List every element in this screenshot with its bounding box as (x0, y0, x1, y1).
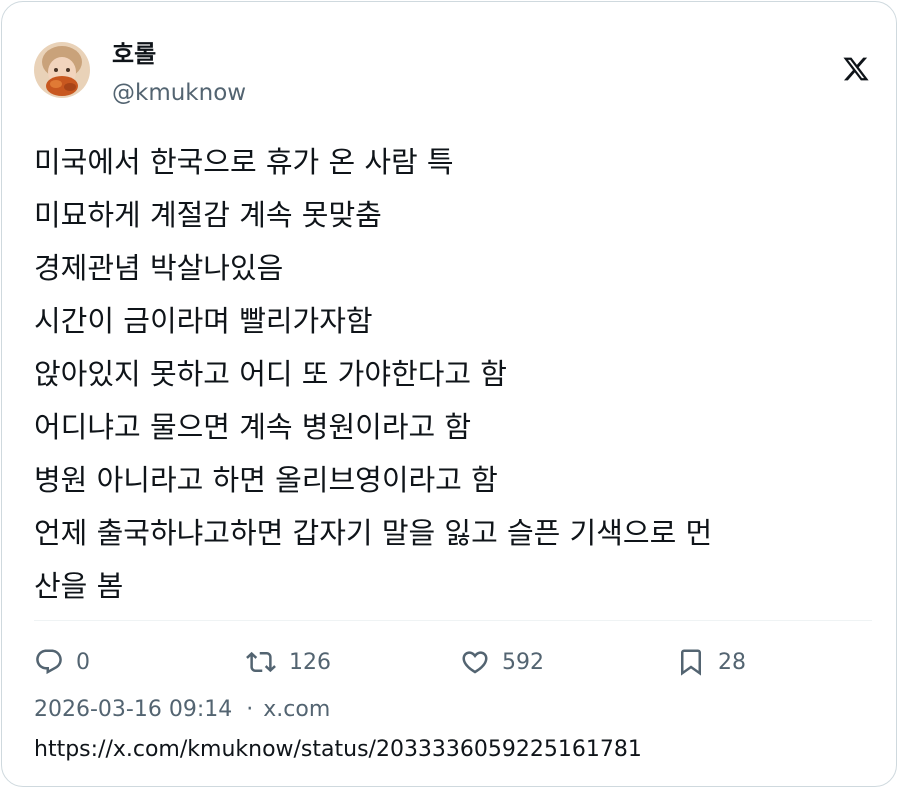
retweet-button[interactable]: 126 (245, 642, 331, 682)
source-link[interactable]: x.com (263, 697, 330, 722)
avatar[interactable] (34, 42, 90, 98)
tweet-line: 산을 봄 (34, 569, 124, 603)
tweet-meta: 2026-03-16 09:14 · x.com (34, 694, 330, 726)
tweet-line: 앉아있지 못하고 어디 또 가야한다고 함 (34, 357, 507, 391)
avatar-image (34, 42, 90, 98)
tweet-line: 언제 출국하냐고하면 갑자기 말을 잃고 슬픈 기색으로 먼 (34, 516, 713, 550)
tweet-url[interactable]: https://x.com/kmuknow/status/20333360592… (34, 734, 642, 766)
reply-count: 0 (76, 649, 90, 675)
tweet-line: 병원 아니라고 하면 올리브영이라고 함 (34, 463, 498, 497)
bookmark-count: 28 (718, 649, 746, 675)
meta-separator: · (246, 697, 254, 722)
like-count: 592 (502, 649, 544, 675)
reply-icon (34, 647, 64, 677)
user-handle[interactable]: @kmuknow (112, 78, 246, 108)
tweet-line: 미국에서 한국으로 휴가 온 사람 특 (34, 145, 454, 179)
tweet-line: 시간이 금이라며 빨리가자함 (34, 304, 373, 338)
reply-button[interactable]: 0 (34, 642, 90, 682)
tweet-card: 호롤 @kmuknow 미국에서 한국으로 휴가 온 사람 특 미묘하게 계절감… (1, 1, 897, 787)
tweet-text: 미국에서 한국으로 휴가 온 사람 특 미묘하게 계절감 계속 못맞춤 경제관념… (34, 136, 874, 613)
display-name[interactable]: 호롤 (112, 38, 156, 70)
tweet-line: 경제관념 박살나있음 (34, 251, 284, 285)
tweet-line: 미묘하게 계절감 계속 못맞춤 (34, 198, 382, 232)
timestamp[interactable]: 2026-03-16 09:14 (34, 697, 232, 722)
retweet-count: 126 (289, 649, 331, 675)
tweet-line: 어디냐고 물으면 계속 병원이라고 함 (34, 410, 472, 444)
heart-icon (460, 647, 490, 677)
bookmark-button[interactable]: 28 (676, 642, 746, 682)
divider (34, 620, 872, 621)
bookmark-icon (676, 647, 706, 677)
retweet-icon (245, 647, 277, 677)
x-logo-icon[interactable] (842, 55, 870, 83)
like-button[interactable]: 592 (460, 642, 544, 682)
